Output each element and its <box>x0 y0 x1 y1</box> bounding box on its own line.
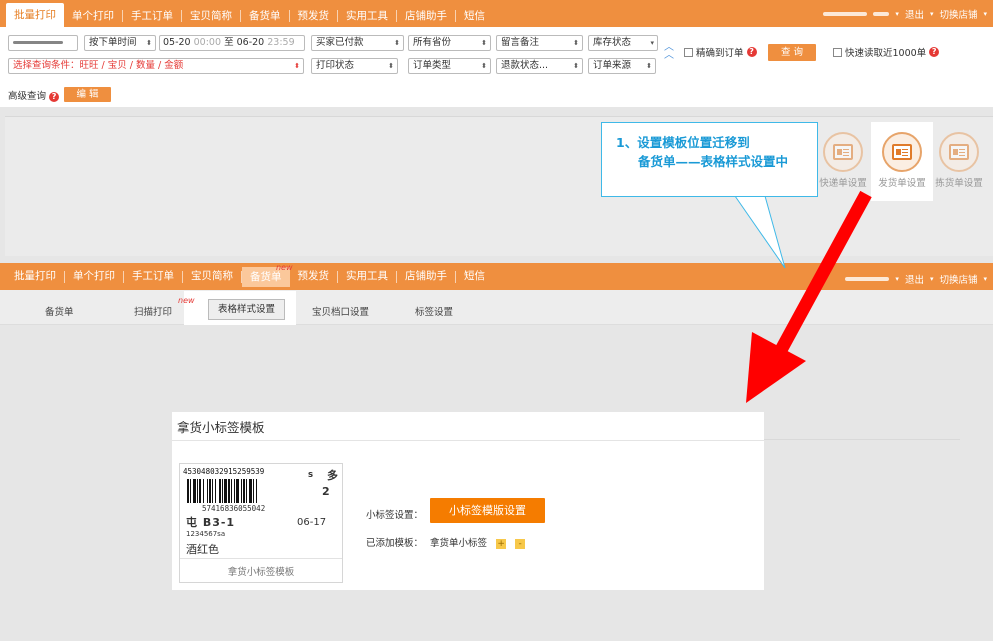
red-arrow-shaft <box>775 190 872 354</box>
red-arrow-head <box>746 332 806 403</box>
red-arrow <box>746 190 872 403</box>
